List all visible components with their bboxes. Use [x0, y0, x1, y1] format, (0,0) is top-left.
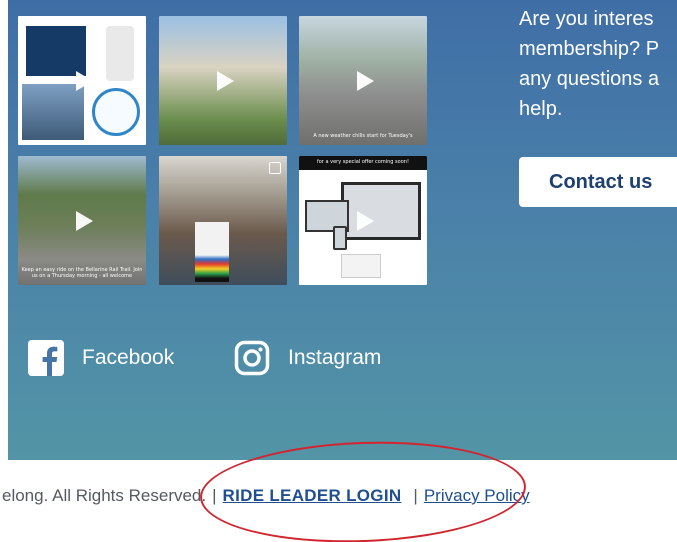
copyright-text: elong. All Rights Reserved. — [2, 486, 207, 505]
play-icon — [76, 210, 93, 231]
promo-line: any questions a — [519, 68, 660, 90]
instagram-post-riders-road[interactable]: A new weather chills start for Tuesday's — [299, 16, 427, 145]
hero-section: A new weather chills start for Tuesday's… — [8, 0, 677, 460]
cycling-club-logo-icon — [92, 88, 140, 136]
membership-promo-text: Are you interes membership? P any questi… — [519, 4, 677, 124]
promo-line: help. — [519, 98, 563, 120]
facebook-label: Facebook — [82, 346, 175, 369]
riders-image — [22, 84, 84, 140]
promo-banner-image — [26, 26, 86, 76]
post-headline: for a very special offer coming soon! — [317, 159, 409, 165]
promo-line: Are you interes — [519, 8, 654, 30]
play-icon — [76, 70, 93, 91]
instagram-post-cafe[interactable] — [159, 16, 287, 145]
carousel-icon — [269, 162, 281, 174]
instagram-post-website-offer[interactable]: for a very special offer coming soon! — [299, 156, 427, 285]
play-icon — [357, 70, 374, 91]
contact-us-button[interactable]: Contact us — [519, 157, 677, 207]
play-icon — [217, 70, 234, 91]
phone-image — [333, 226, 347, 250]
facebook-link[interactable]: Facebook — [28, 338, 174, 378]
play-icon — [357, 210, 374, 231]
post-caption: Keep an easy ride on the Bellarine Rail … — [21, 267, 143, 279]
jersey-image — [195, 222, 229, 282]
instagram-post-bike-shop[interactable] — [159, 156, 287, 285]
facebook-icon — [28, 340, 64, 376]
instagram-label: Instagram — [288, 346, 382, 369]
monitor-image — [341, 182, 421, 240]
instagram-post-special-offers[interactable] — [18, 16, 146, 145]
instagram-link[interactable]: Instagram — [234, 338, 381, 378]
promo-line: membership? P — [519, 38, 660, 60]
sock-image — [106, 26, 134, 81]
instagram-icon — [234, 340, 270, 376]
post-caption: A new weather chills start for Tuesday's — [313, 133, 413, 139]
instagram-post-rail-trail[interactable]: Keep an easy ride on the Bellarine Rail … — [18, 156, 146, 285]
card-image — [341, 254, 381, 278]
